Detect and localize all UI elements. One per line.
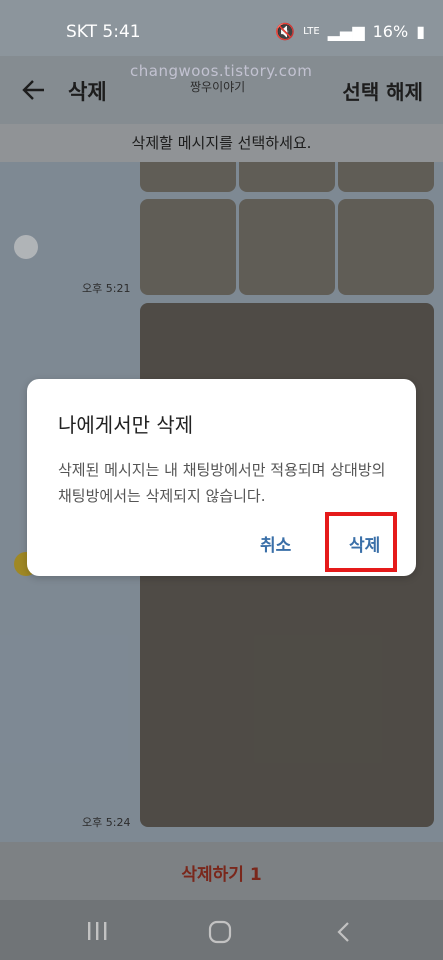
- dialog-title: 나에게서만 삭제: [58, 413, 194, 437]
- status-icons: 🔇 LTE ▂▄▆ 16% ▮: [275, 22, 425, 41]
- status-bar: SKT 5:41 🔇 LTE ▂▄▆ 16% ▮: [0, 0, 443, 56]
- lte-icon: LTE: [303, 26, 320, 37]
- cancel-button[interactable]: 취소: [260, 531, 291, 556]
- signal-icon: ▂▄▆: [327, 22, 365, 41]
- highlight-box: [325, 512, 397, 572]
- battery-icon: ▮: [416, 22, 425, 41]
- status-time: SKT 5:41: [66, 22, 141, 42]
- battery-text: 16%: [372, 22, 409, 41]
- dialog-message: 삭제된 메시지는 내 채팅방에서만 적용되며 상대방의 채팅방에서는 삭제되지 …: [58, 461, 386, 505]
- mute-icon: 🔇: [275, 22, 296, 41]
